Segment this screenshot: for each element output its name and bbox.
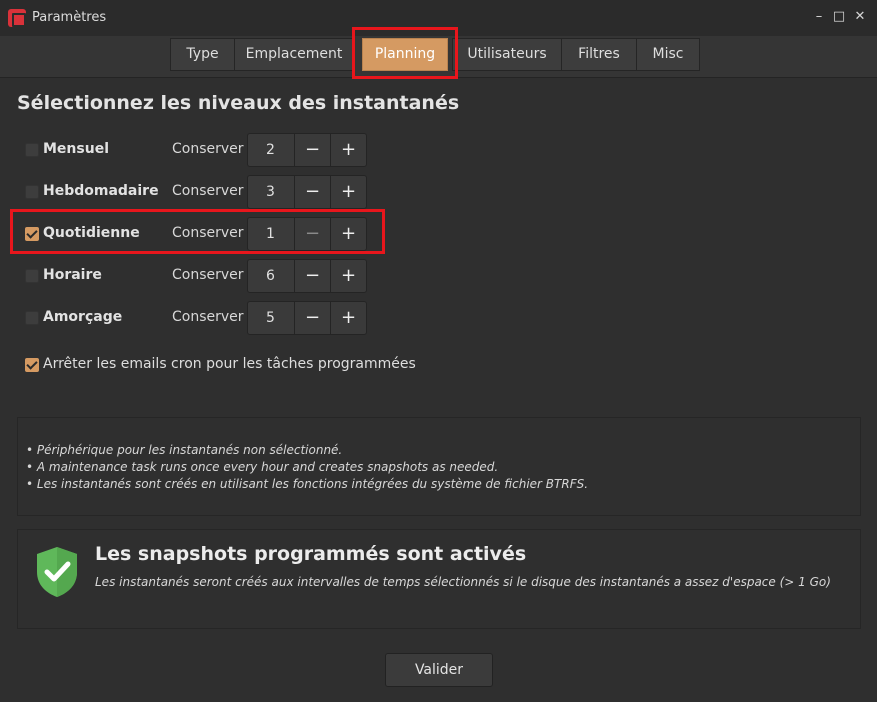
level-label: Horaire [43, 267, 102, 283]
tab-misc[interactable]: Misc [636, 38, 700, 71]
minimize-icon[interactable]: – [810, 8, 828, 26]
amorcage-spinner: 5 − + [247, 301, 367, 335]
horaire-checkbox[interactable] [25, 269, 39, 283]
level-label: Mensuel [43, 141, 109, 157]
level-label: Hebdomadaire [43, 183, 159, 199]
info-box: • Périphérique pour les instantanés non … [17, 417, 861, 516]
status-title: Les snapshots programmés sont activés [95, 543, 527, 565]
tab-emplacement[interactable]: Emplacement [234, 38, 354, 71]
increment-button[interactable]: + [330, 260, 366, 292]
level-label: Amorçage [43, 309, 123, 325]
level-row-horaire: Horaire Conserver 6 − + [25, 259, 370, 293]
app-icon [8, 9, 26, 27]
spinner-value[interactable]: 5 [248, 302, 294, 334]
horaire-spinner: 6 − + [247, 259, 367, 293]
section-title: Sélectionnez les niveaux des instantanés [17, 92, 460, 114]
level-row-hebdomadaire: Hebdomadaire Conserver 3 − + [25, 175, 370, 209]
decrement-button[interactable]: − [294, 302, 330, 334]
status-description: Les instantanés seront créés aux interva… [95, 575, 831, 589]
spinner-value[interactable]: 6 [248, 260, 294, 292]
level-row-amorcage: Amorçage Conserver 5 − + [25, 301, 370, 335]
stop-cron-emails-checkbox[interactable] [25, 358, 39, 372]
close-icon[interactable]: ✕ [851, 8, 869, 26]
spinner-value[interactable]: 3 [248, 176, 294, 208]
hebdomadaire-spinner: 3 − + [247, 175, 367, 209]
tab-utilisateurs[interactable]: Utilisateurs [452, 38, 562, 71]
maximize-icon[interactable]: □ [830, 8, 848, 26]
info-line: • Les instantanés sont créés en utilisan… [26, 477, 589, 491]
info-line: • Périphérique pour les instantanés non … [26, 443, 343, 457]
shield-check-icon [37, 547, 77, 597]
tab-type[interactable]: Type [170, 38, 235, 71]
highlight-quotidienne-row [10, 209, 385, 254]
decrement-button[interactable]: − [294, 134, 330, 166]
cron-emails-row: Arrêter les emails cron pour les tâches … [25, 355, 445, 375]
info-line: • A maintenance task runs once every hou… [26, 460, 499, 474]
level-row-mensuel: Mensuel Conserver 2 − + [25, 133, 370, 167]
mensuel-checkbox[interactable] [25, 143, 39, 157]
amorcage-checkbox[interactable] [25, 311, 39, 325]
decrement-button[interactable]: − [294, 176, 330, 208]
highlight-planning-tab [352, 27, 458, 79]
keep-label: Conserver [172, 183, 244, 199]
mensuel-spinner: 2 − + [247, 133, 367, 167]
valider-button[interactable]: Valider [385, 653, 493, 687]
cron-emails-label[interactable]: Arrêter les emails cron pour les tâches … [43, 356, 416, 372]
keep-label: Conserver [172, 141, 244, 157]
status-box: Les snapshots programmés sont activés Le… [17, 529, 861, 629]
increment-button[interactable]: + [330, 134, 366, 166]
decrement-button[interactable]: − [294, 260, 330, 292]
window-title: Paramètres [32, 10, 107, 25]
spinner-value[interactable]: 2 [248, 134, 294, 166]
increment-button[interactable]: + [330, 302, 366, 334]
increment-button[interactable]: + [330, 176, 366, 208]
tab-filtres[interactable]: Filtres [561, 38, 637, 71]
hebdomadaire-checkbox[interactable] [25, 185, 39, 199]
keep-label: Conserver [172, 267, 244, 283]
keep-label: Conserver [172, 309, 244, 325]
